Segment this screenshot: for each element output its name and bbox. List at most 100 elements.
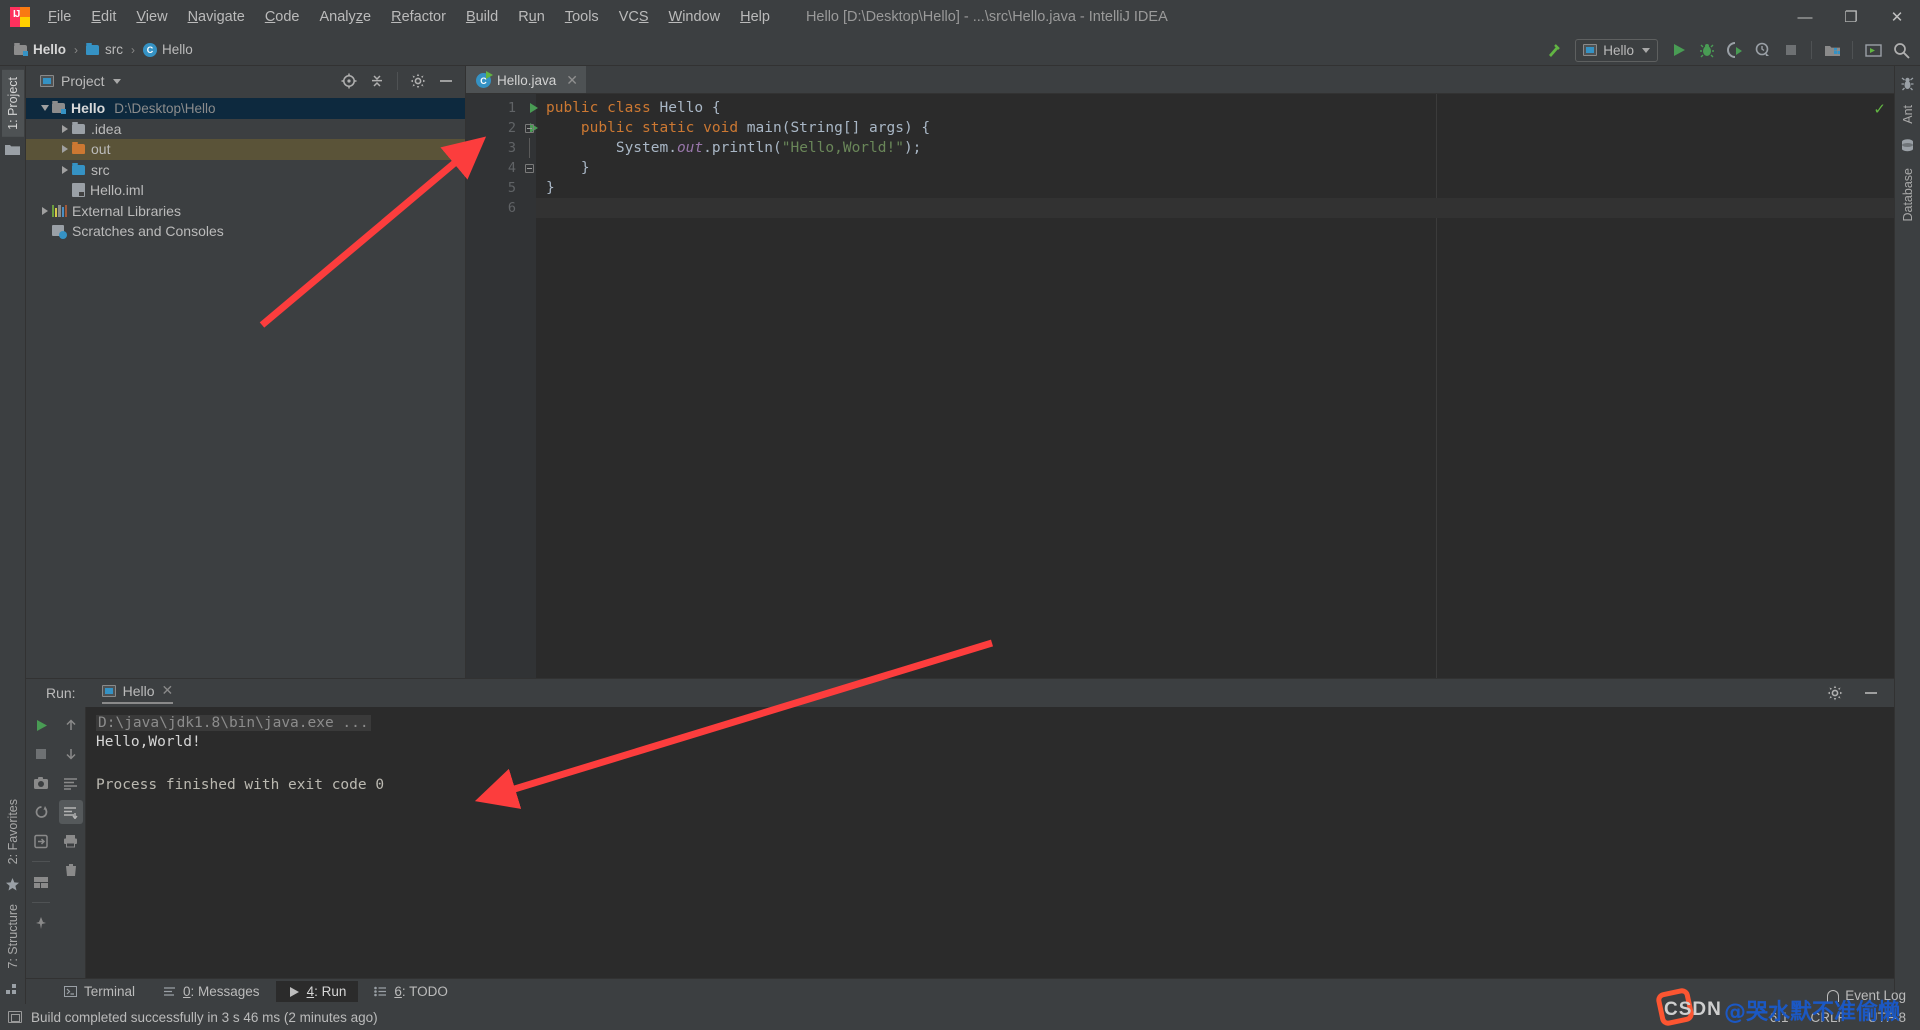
menu-item-tools[interactable]: Tools: [555, 5, 609, 29]
stop-icon[interactable]: [1778, 37, 1804, 63]
fold-row-3[interactable]: [522, 138, 536, 158]
tree-node-out[interactable]: out: [26, 139, 465, 160]
file-encoding[interactable]: UTF-8: [1868, 1010, 1906, 1025]
gutter-line-5[interactable]: 5: [466, 178, 522, 198]
export-icon[interactable]: [29, 829, 53, 853]
close-button[interactable]: ✕: [1874, 0, 1920, 34]
sidebar-item-ant[interactable]: Ant: [1897, 98, 1919, 131]
tree-node-scratches-and-consoles[interactable]: Scratches and Consoles: [26, 221, 465, 242]
sidebar-item-project[interactable]: 1: Project: [1, 70, 24, 137]
chevron-right-icon[interactable]: [38, 204, 52, 218]
scroll-down-icon[interactable]: [59, 742, 83, 766]
fold-row-4[interactable]: [522, 158, 536, 178]
project-structure-icon[interactable]: [1819, 37, 1845, 63]
menu-item-build[interactable]: Build: [456, 5, 508, 29]
search-everywhere-icon[interactable]: [1888, 37, 1914, 63]
tree-node-external-libraries[interactable]: External Libraries: [26, 201, 465, 222]
gear-icon[interactable]: [405, 68, 431, 94]
layout-icon[interactable]: [1860, 37, 1886, 63]
breadcrumb-item-hello[interactable]: C Hello: [139, 40, 197, 59]
code-content[interactable]: public class Hello { public static void …: [536, 94, 1894, 678]
menu-item-refactor[interactable]: Refactor: [381, 5, 456, 29]
menu-item-vcs[interactable]: VCS: [609, 5, 659, 29]
layout-icon[interactable]: [29, 870, 53, 894]
menu-item-edit[interactable]: Edit: [81, 5, 126, 29]
rerun-icon[interactable]: [29, 713, 53, 737]
gutter-line-1[interactable]: 1: [466, 98, 538, 118]
scroll-to-end-icon[interactable]: [58, 800, 83, 824]
event-log-button[interactable]: Event Log: [1827, 988, 1906, 1003]
restore-layout-icon[interactable]: [29, 800, 53, 824]
editor-gutter[interactable]: 1 2 3 4 5 6: [466, 94, 538, 678]
tree-node-hello-iml[interactable]: Hello.iml: [26, 180, 465, 201]
print-icon[interactable]: [59, 829, 83, 853]
run-icon[interactable]: [1666, 37, 1692, 63]
folder-icon: [72, 142, 86, 155]
chevron-right-icon[interactable]: [58, 142, 72, 156]
chevron-right-icon[interactable]: [58, 163, 72, 177]
gear-icon[interactable]: [1822, 680, 1848, 706]
fold-column[interactable]: [522, 94, 536, 678]
fold-minus-icon[interactable]: [524, 123, 534, 133]
hide-icon[interactable]: [1858, 680, 1884, 706]
gutter-line-4[interactable]: 4: [466, 158, 522, 178]
run-tab-hello[interactable]: Hello ✕: [101, 682, 174, 704]
tree-node-hello[interactable]: Hello D:\Desktop\Hello: [26, 98, 465, 119]
gutter-line-3[interactable]: 3: [466, 138, 522, 158]
inspection-status-icon[interactable]: ✓: [1873, 100, 1886, 118]
chevron-down-icon[interactable]: [112, 78, 121, 84]
bottom-tab-run[interactable]: 4: Run: [275, 981, 359, 1002]
collapse-all-icon[interactable]: [364, 68, 390, 94]
line-number: 1: [507, 100, 516, 116]
pin-icon[interactable]: [29, 911, 53, 935]
bottom-tab-terminal[interactable]: Terminal: [52, 981, 147, 1002]
bottom-tab-todo[interactable]: 6: TODO: [362, 981, 460, 1002]
gutter-line-2[interactable]: 2: [466, 118, 538, 138]
scroll-up-icon[interactable]: [59, 713, 83, 737]
menu-item-view[interactable]: View: [126, 5, 177, 29]
chevron-down-icon[interactable]: [38, 101, 52, 115]
caret-position[interactable]: 6:1: [1770, 1010, 1789, 1025]
chevron-right-icon[interactable]: [58, 122, 72, 136]
right-margin-line: [1436, 94, 1437, 678]
editor-tab-hello-java[interactable]: C Hello.java ✕: [466, 66, 587, 93]
build-icon[interactable]: [1541, 37, 1567, 63]
minimize-button[interactable]: —: [1782, 0, 1828, 34]
code-editor[interactable]: 1 2 3 4 5 6 public class Hello { public stati…: [466, 94, 1894, 678]
close-icon[interactable]: ✕: [566, 72, 578, 89]
menu-item-code[interactable]: Code: [255, 5, 310, 29]
run-configuration-selector[interactable]: Hello: [1575, 38, 1658, 62]
menu-item-file[interactable]: File: [38, 5, 81, 29]
breadcrumb-item-hello[interactable]: Hello: [10, 40, 70, 59]
console-output[interactable]: D:\java\jdk1.8\bin\java.exe ... Hello,Wo…: [86, 707, 1894, 978]
menu-item-run[interactable]: Run: [508, 5, 555, 29]
fold-minus-icon[interactable]: [524, 163, 534, 173]
breadcrumb-item-src[interactable]: src: [82, 40, 127, 59]
sidebar-item-database[interactable]: Database: [1897, 161, 1919, 229]
toggle-toolwindows-icon[interactable]: [8, 1011, 22, 1023]
upper-area: Project Hello D:\Desktop\Hello .idea out…: [26, 66, 1894, 678]
soft-wrap-icon[interactable]: [59, 771, 83, 795]
debug-icon[interactable]: [1694, 37, 1720, 63]
menu-item-navigate[interactable]: Navigate: [178, 5, 255, 29]
sidebar-item-structure[interactable]: 7: Structure: [2, 897, 24, 976]
menu-item-window[interactable]: Window: [659, 5, 731, 29]
run-with-coverage-icon[interactable]: [1722, 37, 1748, 63]
gutter-line-6[interactable]: 6: [466, 198, 522, 218]
profiler-icon[interactable]: [1750, 37, 1776, 63]
locate-icon[interactable]: [336, 68, 362, 94]
line-separator[interactable]: CRLF: [1810, 1010, 1845, 1025]
bottom-tab-messages[interactable]: 0: Messages: [151, 981, 272, 1002]
sidebar-item-favorites[interactable]: 2: Favorites: [2, 792, 24, 871]
menu-item-analyze[interactable]: Analyze: [310, 5, 382, 29]
close-icon[interactable]: ✕: [161, 682, 173, 699]
clear-all-icon[interactable]: [59, 858, 83, 882]
stop-icon[interactable]: [29, 742, 53, 766]
tree-node-src[interactable]: src: [26, 160, 465, 181]
maximize-button[interactable]: ❐: [1828, 0, 1874, 34]
hide-icon[interactable]: [433, 68, 459, 94]
menu-item-help[interactable]: Help: [730, 5, 780, 29]
fold-row-2[interactable]: [522, 118, 536, 138]
tree-node--idea[interactable]: .idea: [26, 119, 465, 140]
dump-threads-icon[interactable]: [29, 771, 53, 795]
